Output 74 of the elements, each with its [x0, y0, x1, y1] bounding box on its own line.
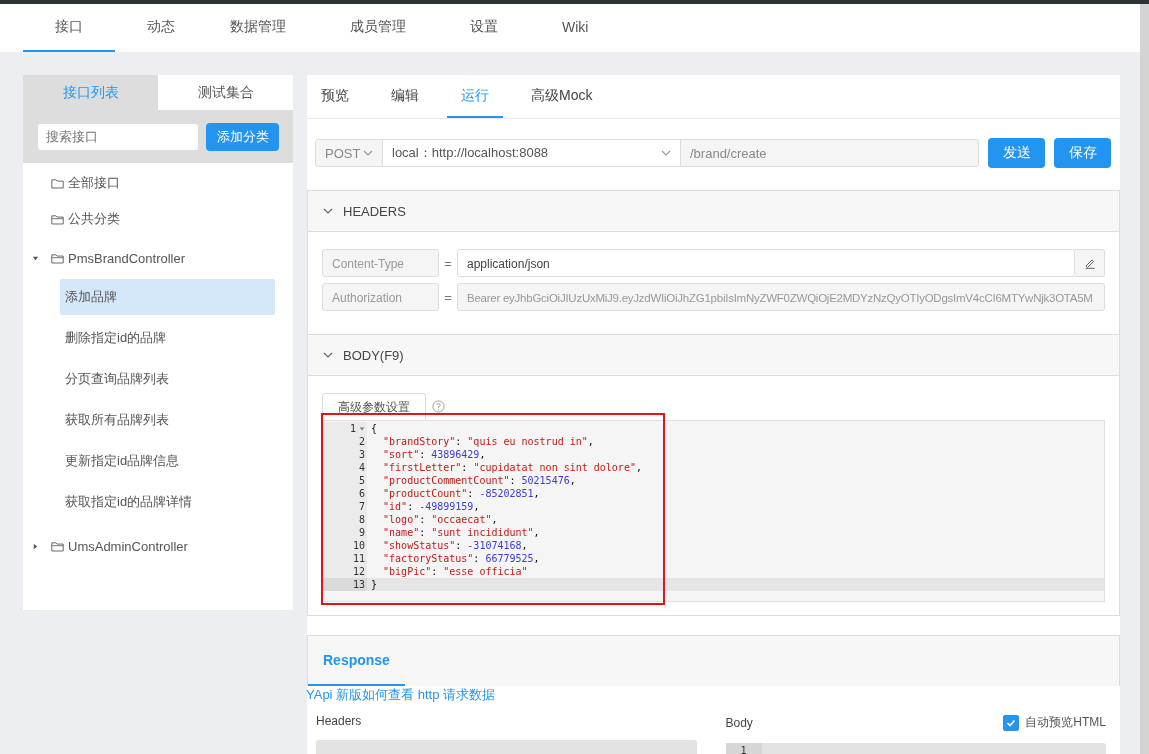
equals-sign: =	[443, 289, 453, 305]
code-line: "sort": 43896429,	[382, 448, 486, 461]
auto-preview-checkbox[interactable]: 自动预览HTML	[1003, 714, 1106, 731]
line-number: 4	[358, 461, 365, 474]
chevron-icon[interactable]	[323, 352, 333, 358]
scrollbar[interactable]	[1140, 52, 1149, 754]
chevron-down-icon	[363, 150, 373, 156]
code-line: "productCommentCount": 50215476,	[382, 474, 576, 487]
line-number: 5	[358, 474, 365, 487]
code-line: "firstLetter": "cupidatat non sint dolore",	[382, 461, 642, 474]
folder-icon	[51, 540, 64, 552]
chevron-down-icon	[661, 150, 671, 156]
tree-folder-label[interactable]: 公共分类	[68, 210, 120, 228]
tab[interactable]: 编辑	[377, 75, 433, 118]
help-icon[interactable]	[432, 400, 445, 413]
header-value-field[interactable]: application/json	[457, 249, 1075, 277]
environment-select[interactable]: local：http://localhost:8088	[383, 139, 681, 167]
line-number: 1	[725, 743, 762, 754]
api-list-item[interactable]: 删除指定id的品牌	[60, 320, 275, 356]
code-line: "factoryStatus": 66779525,	[382, 552, 540, 565]
folder-icon	[51, 252, 64, 264]
nav-tab[interactable]: 数据管理	[198, 4, 318, 52]
folder-icon	[51, 213, 64, 225]
folder-icon	[51, 177, 64, 189]
line-number: 7	[358, 500, 365, 513]
api-list-item[interactable]: 添加品牌	[60, 279, 275, 315]
code-line: "id": -49899159,	[382, 500, 480, 513]
tree-folder-label[interactable]: UmsAdminController	[68, 538, 188, 554]
line-number: 11	[352, 552, 365, 565]
line-number: 8	[358, 513, 365, 526]
headers-label: Headers	[316, 714, 363, 728]
api-list-item[interactable]: 获取指定id的品牌详情	[60, 484, 275, 520]
line-number: 2	[358, 435, 365, 448]
line-number: 9	[358, 526, 365, 539]
line-number: 6	[358, 487, 365, 500]
nav-tab[interactable]: 动态	[115, 4, 198, 52]
chevron-icon[interactable]	[323, 208, 333, 214]
sidebar-tab[interactable]: 测试集合	[158, 75, 293, 110]
code-line: "productCount": -85202851,	[382, 487, 540, 500]
equals-sign: =	[443, 255, 453, 271]
fold-icon[interactable]	[359, 425, 365, 432]
tree-folder-label[interactable]: 全部接口	[68, 174, 120, 192]
nav-tab[interactable]: 成员管理	[318, 4, 438, 52]
code-line: "showStatus": -31074168,	[382, 539, 528, 552]
tab[interactable]: 预览	[307, 75, 363, 118]
body-label: Body	[725, 715, 753, 730]
line-number: 1	[349, 422, 356, 435]
line-number: 13	[352, 578, 365, 591]
api-list-item[interactable]: 分页查询品牌列表	[60, 361, 275, 397]
api-list-item[interactable]: 更新指定id品牌信息	[60, 443, 275, 479]
search-field[interactable]: 搜索接口	[38, 123, 198, 150]
nav-tab[interactable]: 接口	[23, 4, 115, 52]
section-title: BODY(F9)	[343, 347, 404, 363]
tab[interactable]: 高级Mock	[517, 75, 607, 118]
code-line: {	[370, 422, 378, 435]
caret-icon[interactable]	[31, 254, 39, 262]
code-line: "brandStory": "quis eu nostrud in",	[382, 435, 594, 448]
code-line: "logo": "occaecat",	[382, 513, 498, 526]
line-number: 3	[358, 448, 365, 461]
section-title: HEADERS	[343, 203, 406, 219]
code-line: "bigPic": "esse officia"	[382, 565, 528, 578]
line-number: 10	[352, 539, 365, 552]
edit-button[interactable]	[1075, 249, 1105, 277]
line-number: 12	[352, 565, 365, 578]
tree-folder-label[interactable]: PmsBrandController	[68, 250, 186, 266]
code-line: }	[370, 578, 378, 591]
section-header[interactable]: HEADERS	[308, 191, 1119, 231]
api-list-item[interactable]: 获取所有品牌列表	[60, 402, 275, 438]
pencil-icon	[1083, 257, 1096, 269]
section-header[interactable]: BODY(F9)	[308, 334, 1119, 376]
nav-tab[interactable]: Wiki	[530, 4, 621, 52]
caret-icon[interactable]	[31, 542, 39, 550]
code-line: "name": "sunt incididunt",	[382, 526, 540, 539]
nav-tab[interactable]: 设置	[438, 4, 530, 52]
